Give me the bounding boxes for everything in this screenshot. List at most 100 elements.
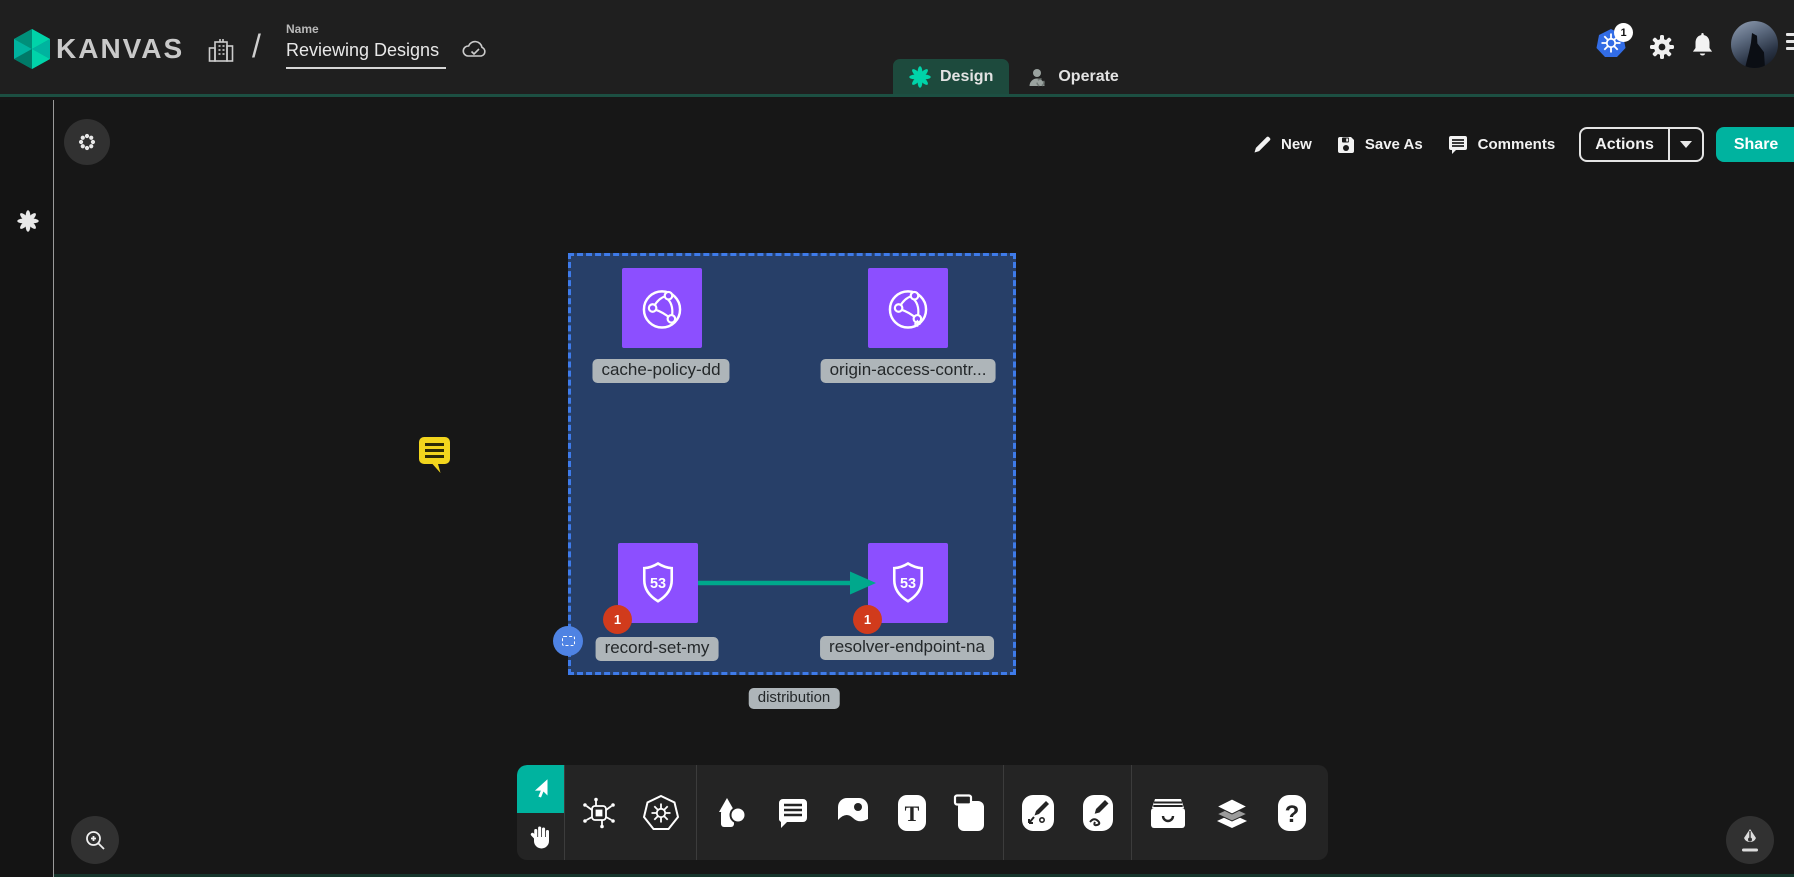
pointer-tool-column: [517, 765, 564, 860]
kubernetes-context-button[interactable]: 1: [1596, 27, 1636, 63]
canvas-comment-marker[interactable]: [413, 432, 456, 480]
save-as-button[interactable]: Save As: [1336, 135, 1423, 155]
route53-resolver-endpoint-icon: [882, 557, 934, 609]
notifications-bell-icon[interactable]: [1689, 32, 1716, 61]
comment-bubble-icon: [413, 432, 456, 475]
edge-record-set-to-resolver[interactable]: [695, 565, 885, 601]
tab-design-label: Design: [940, 68, 993, 86]
hand-icon: [529, 823, 553, 849]
shapes-icon: [712, 793, 752, 833]
cloudfront-origin-access-icon: [882, 282, 934, 334]
design-actions-bar: New Save As Comments Actions: [1252, 127, 1794, 162]
toolbar-group-drawing: [1004, 765, 1131, 860]
user-avatar[interactable]: [1731, 21, 1778, 68]
save-floppy-icon: [1336, 135, 1356, 155]
image-tool[interactable]: [834, 794, 872, 832]
pencil-squiggle-icon: [1080, 792, 1116, 834]
svg-text:T: T: [905, 801, 920, 826]
question-mark-icon: ?: [1275, 793, 1309, 833]
note-tool[interactable]: [952, 793, 988, 833]
caret-down-icon: [1680, 141, 1692, 148]
kubernetes-tool[interactable]: [641, 793, 681, 833]
organization-icon[interactable]: [206, 35, 236, 65]
comment-tool[interactable]: [775, 795, 811, 831]
comment-tool-icon: [775, 795, 811, 831]
freehand-pen-button[interactable]: [1726, 816, 1774, 864]
design-name-input[interactable]: Reviewing Designs: [286, 40, 446, 61]
text-icon: T: [895, 793, 929, 833]
cursor-arrow-icon: [528, 776, 554, 802]
node-label-resolver-endpoint[interactable]: resolver-endpoint-na: [820, 636, 994, 660]
resolver-endpoint-error-badge[interactable]: 1: [853, 605, 882, 634]
share-button[interactable]: Share: [1716, 127, 1794, 162]
new-button[interactable]: New: [1252, 135, 1312, 155]
freehand-draw-tool[interactable]: [1080, 792, 1116, 834]
select-tool[interactable]: [517, 765, 564, 813]
actions-dropdown-button[interactable]: Actions: [1579, 127, 1704, 162]
tab-design[interactable]: Design: [893, 59, 1009, 94]
operate-person-icon: [1025, 65, 1049, 89]
toolbar-group-annotations: T: [697, 765, 1003, 860]
pan-tool[interactable]: [517, 813, 564, 861]
design-spiral-icon: [909, 66, 931, 88]
record-set-error-badge[interactable]: 1: [603, 605, 632, 634]
design-name-underline: [286, 67, 446, 69]
zoom-in-icon: [83, 828, 107, 852]
bottom-toolbar: T: [517, 765, 1328, 860]
node-label-cache-policy[interactable]: cache-policy-dd: [592, 359, 729, 383]
svg-text:?: ?: [1285, 801, 1300, 828]
comments-icon: [1447, 135, 1469, 155]
kubernetes-helm-icon: [641, 793, 681, 833]
save-as-button-label: Save As: [1365, 136, 1423, 153]
help-tool[interactable]: ?: [1275, 793, 1309, 833]
group-collapse-handle[interactable]: [553, 626, 583, 656]
image-icon: [834, 794, 872, 832]
node-label-record-set[interactable]: record-set-my: [596, 637, 719, 661]
toolbar-group-misc: ?: [1132, 765, 1324, 860]
component-tool[interactable]: [580, 794, 618, 832]
kanvas-app: KANVAS / Name Reviewing Designs Design: [0, 0, 1794, 877]
node-origin-access-control[interactable]: [868, 268, 948, 348]
node-label-origin-access[interactable]: origin-access-contr...: [821, 359, 996, 383]
brand-wordmark[interactable]: KANVAS: [56, 33, 184, 65]
pencil-icon: [1252, 135, 1272, 155]
whiteboard-tools-button[interactable]: [64, 119, 110, 165]
zoom-in-button[interactable]: [71, 816, 119, 864]
note-icon: [952, 793, 988, 833]
layers-tool[interactable]: [1212, 793, 1252, 833]
drawer-tool[interactable]: [1147, 794, 1189, 832]
cloud-saved-icon: [460, 36, 490, 64]
kanvas-logo-icon[interactable]: [13, 28, 51, 70]
text-tool[interactable]: T: [895, 793, 929, 833]
settings-gear-icon[interactable]: [1648, 33, 1676, 61]
pen-arrow-icon: [1019, 792, 1057, 834]
actions-caret-segment[interactable]: [1668, 129, 1702, 160]
meshery-spiral-icon[interactable]: [17, 210, 39, 232]
cloudfront-cache-policy-icon: [636, 282, 688, 334]
new-button-label: New: [1281, 136, 1312, 153]
design-name-label: Name: [286, 22, 446, 36]
design-name-field[interactable]: Name Reviewing Designs: [286, 22, 446, 69]
shapes-tool[interactable]: [712, 793, 752, 833]
chip-component-icon: [580, 794, 618, 832]
kubernetes-context-count-badge: 1: [1614, 23, 1633, 42]
menu-icon[interactable]: [1786, 33, 1794, 54]
edge-pen-tool[interactable]: [1019, 792, 1057, 834]
breadcrumb-separator: /: [252, 28, 261, 65]
node-cache-policy[interactable]: [622, 268, 702, 348]
toolbar-group-components: [565, 765, 696, 860]
tab-operate-label: Operate: [1058, 68, 1118, 86]
drawer-icon: [1147, 794, 1189, 832]
actions-label: Actions: [1581, 129, 1668, 160]
flower-icon: [76, 131, 98, 153]
route53-record-set-icon: [632, 557, 684, 609]
tab-operate[interactable]: Operate: [1009, 59, 1134, 94]
pen-nib-icon: [1738, 827, 1762, 853]
node-record-set[interactable]: [618, 543, 698, 623]
comments-button-label: Comments: [1478, 136, 1556, 153]
group-label-distribution[interactable]: distribution: [749, 688, 840, 709]
mode-tabs: Design Operate: [893, 59, 1135, 94]
left-sidebar: [0, 100, 54, 877]
comments-button[interactable]: Comments: [1447, 135, 1556, 155]
app-header: KANVAS / Name Reviewing Designs Design: [0, 0, 1794, 97]
